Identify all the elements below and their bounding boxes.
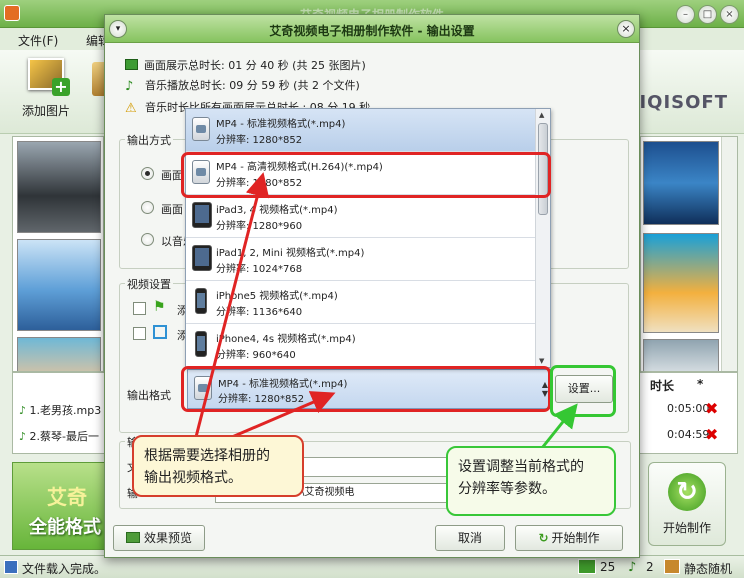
delete-icon[interactable]: ✖	[705, 427, 721, 443]
video-option-checkbox-2[interactable]	[133, 327, 146, 340]
format-item-ipad12mini[interactable]: iPad1, 2, Mini 视频格式(*.mp4) 分辨率: 1024*768	[186, 238, 536, 281]
ipad-icon	[192, 245, 212, 271]
output-mode-radio-2[interactable]	[141, 201, 154, 214]
music-note-icon: ♪	[125, 79, 134, 94]
music-count: 2	[646, 560, 654, 574]
status-icon	[4, 560, 18, 574]
photo-strip-left	[12, 136, 104, 372]
output-mode-label: 输出方式	[125, 132, 173, 148]
dialog-titlebar: ▾ 艾奇视频电子相册制作软件 - 输出设置 ×	[105, 15, 639, 43]
photo-thumb[interactable]	[17, 337, 101, 371]
highlight-settings-button	[550, 365, 616, 417]
photo-scrollbar[interactable]	[721, 137, 737, 371]
highlight-format-select	[181, 366, 551, 412]
scroll-down-icon[interactable]: ▼	[539, 357, 544, 365]
audio-name: 2.蔡琴-最后一	[29, 430, 99, 443]
maximize-icon[interactable]: □	[698, 5, 717, 24]
format-item-mp4-standard[interactable]: MP4 - 标准视频格式(*.mp4) 分辨率: 1280*852	[186, 109, 536, 152]
photo-icon	[125, 59, 138, 70]
photo-thumb[interactable]	[643, 339, 719, 371]
statusbar: 文件载入完成。 25 ♪ 2 静态随机	[0, 555, 744, 578]
audio-name: 1.老男孩.mp3	[29, 404, 102, 417]
audio-duration: 0:04:59	[667, 428, 710, 441]
promo-banner: 艾奇 全能格式	[12, 462, 112, 550]
close-icon[interactable]: ×	[720, 5, 739, 24]
photo-thumb[interactable]	[643, 141, 719, 225]
photo-thumb[interactable]	[643, 233, 719, 333]
minimize-icon[interactable]: –	[676, 5, 695, 24]
radio-label: 画面	[161, 169, 183, 182]
preview-button[interactable]: 效果预览	[113, 525, 205, 551]
radio-label: 画面	[161, 203, 183, 216]
output-mode-radio-1[interactable]	[141, 167, 154, 180]
start-make-label: 开始制作	[662, 521, 711, 535]
output-mode-radio-3[interactable]	[141, 233, 154, 246]
format-list-scrollbar[interactable]: ▲ ▼	[535, 109, 550, 367]
photo-strip-right	[640, 136, 738, 372]
transition-mode[interactable]: 静态随机	[684, 560, 732, 577]
info-photo-duration: 画面展示总时长: 01 分 40 秒 (共 25 张图片)	[125, 57, 366, 73]
add-photo-button[interactable]: + 添加图片	[8, 58, 84, 128]
refresh-arrow-icon: ↻	[668, 473, 706, 511]
banner-title: 艾奇	[47, 485, 87, 509]
photo-count: 25	[600, 560, 616, 574]
start-make-button[interactable]: ↻ 开始制作	[515, 525, 623, 551]
list-item[interactable]: ♪ 1.老男孩.mp3	[19, 402, 101, 418]
iphone-icon	[195, 288, 207, 314]
format-item-iphone4[interactable]: iPhone4, 4s 视频格式(*.mp4) 分辨率: 960*640	[186, 324, 536, 367]
music-count-icon: ♪	[628, 560, 637, 575]
app-logo-icon	[4, 5, 20, 21]
audio-duration: 0:05:00	[667, 402, 710, 415]
mp4-icon	[192, 117, 210, 141]
ipad-icon	[192, 202, 212, 228]
delete-icon[interactable]: ✖	[705, 401, 721, 417]
status-text: 文件载入完成。	[22, 562, 107, 576]
menu-file[interactable]: 文件(F)	[18, 32, 58, 49]
output-format-label: 输出格式	[127, 389, 171, 402]
mode-icon	[664, 559, 680, 574]
add-photo-label: 添加图片	[21, 104, 70, 118]
refresh-arrow-icon: ↻	[538, 531, 549, 545]
photo-thumb[interactable]	[17, 239, 101, 331]
dialog-title: 艾奇视频电子相册制作软件 - 输出设置	[269, 24, 475, 38]
iphone-icon	[195, 331, 207, 357]
brand-logo: AIQISOFT	[624, 92, 728, 113]
flag-icon: ⚑	[153, 299, 166, 315]
photo-thumb[interactable]	[17, 141, 101, 233]
video-option-checkbox-1[interactable]	[133, 302, 146, 315]
cancel-button[interactable]: 取消	[435, 525, 505, 551]
column-header-star[interactable]: *	[697, 377, 703, 391]
settings-callout: 设置调整当前格式的 分辨率等参数。	[446, 446, 616, 516]
preview-icon	[125, 532, 140, 543]
start-make-main-button[interactable]: ↻ 开始制作	[648, 462, 726, 546]
format-item-iphone5[interactable]: iPhone5 视频格式(*.mp4) 分辨率: 1136*640	[186, 281, 536, 324]
column-header-duration[interactable]: 时长	[650, 377, 674, 394]
scroll-up-icon[interactable]: ▲	[539, 111, 544, 119]
format-dropdown-list[interactable]: MP4 - 标准视频格式(*.mp4) 分辨率: 1280*852 MP4 - …	[185, 108, 551, 368]
info-music-duration: ♪ 音乐播放总时长: 09 分 59 秒 (共 2 个文件)	[125, 79, 360, 94]
list-item[interactable]: ♪ 2.蔡琴-最后一	[19, 428, 99, 444]
banner-subtitle: 全能格式	[29, 517, 101, 538]
format-callout: 根据需要选择相册的 输出视频格式。	[132, 435, 304, 497]
music-note-icon: ♪	[19, 404, 27, 417]
frame-icon	[153, 325, 167, 339]
music-note-icon: ♪	[19, 430, 27, 443]
photo-count-icon	[578, 559, 596, 574]
add-photo-icon: +	[28, 58, 70, 96]
highlight-hd-format	[181, 152, 551, 198]
video-settings-label: 视频设置	[125, 276, 173, 292]
dialog-close-icon[interactable]: ×	[617, 20, 635, 38]
warning-icon: ⚠	[125, 101, 137, 116]
format-item-ipad34[interactable]: iPad3, 4 视频格式(*.mp4) 分辨率: 1280*960	[186, 195, 536, 238]
